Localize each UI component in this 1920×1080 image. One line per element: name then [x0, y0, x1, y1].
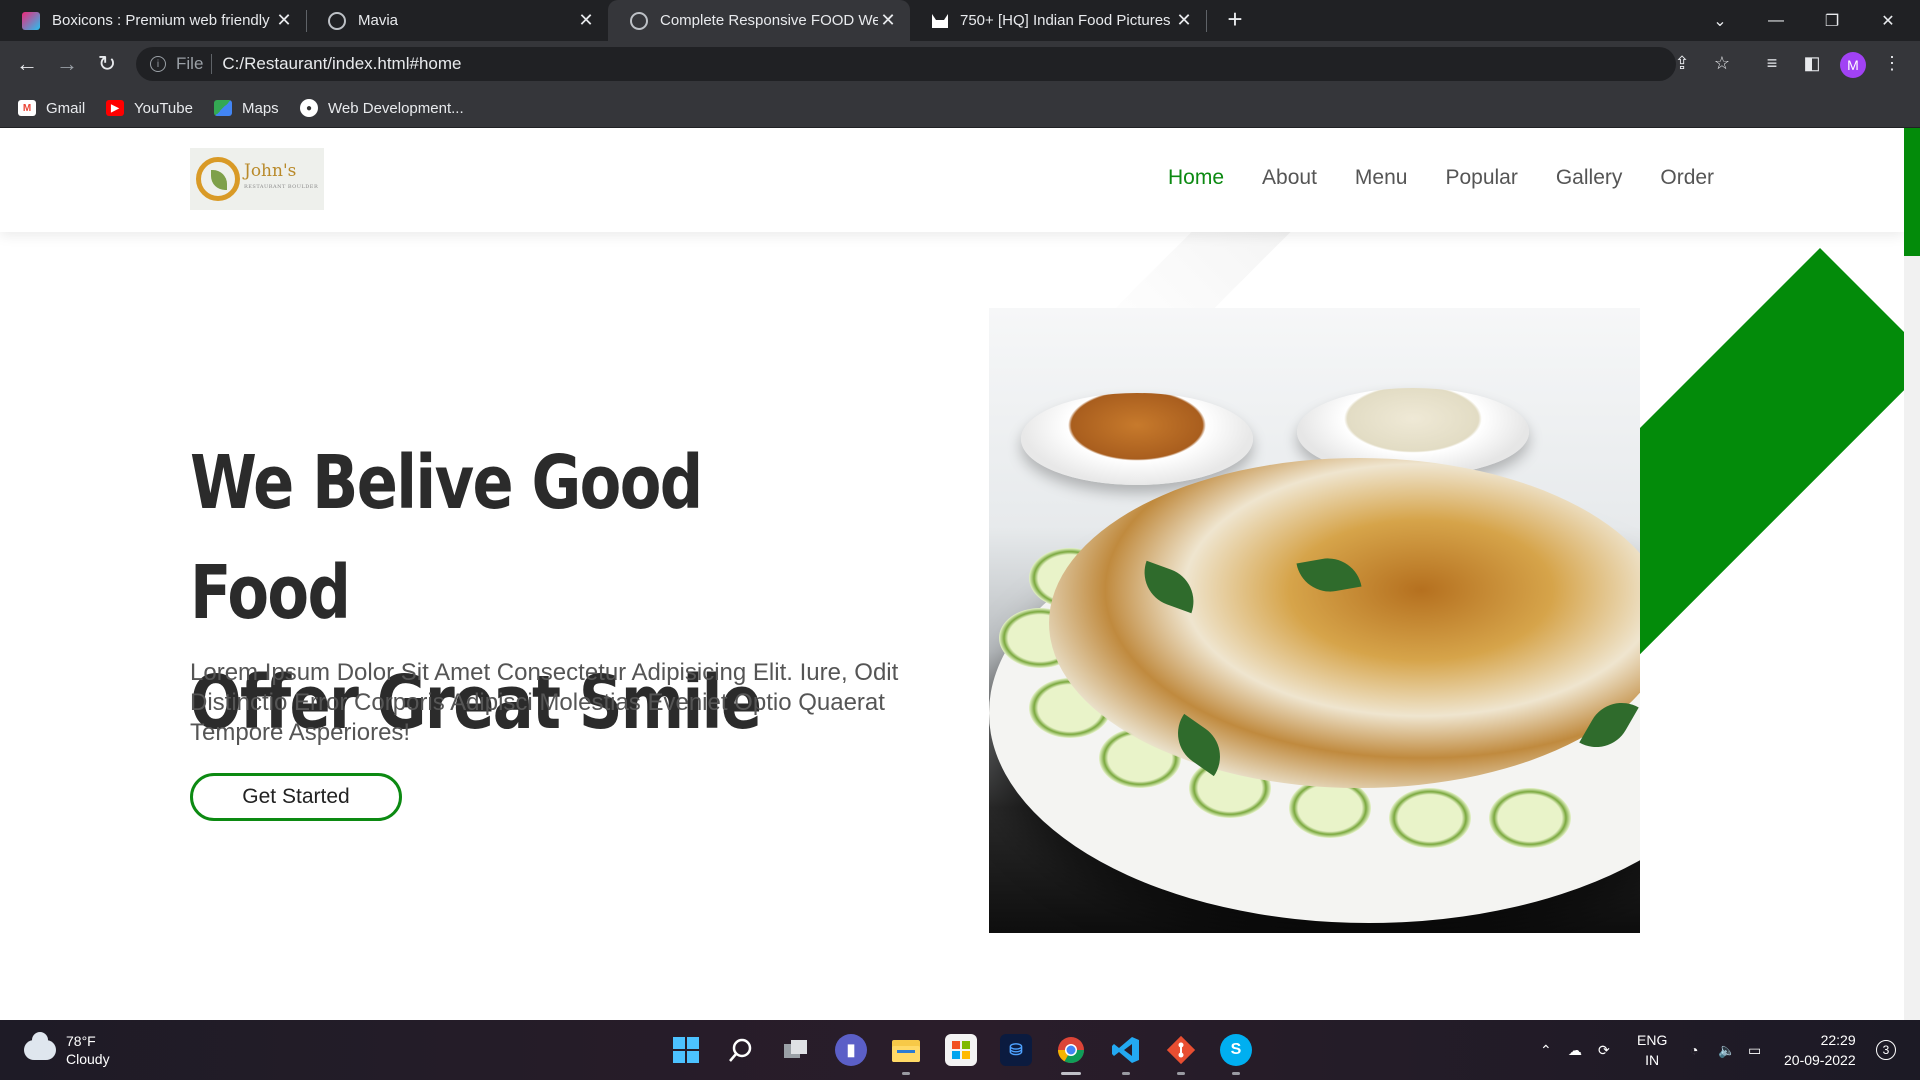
get-started-button[interactable]: Get Started	[190, 773, 402, 821]
restore-button[interactable]: ❐	[1804, 0, 1860, 41]
nav-home[interactable]: Home	[1168, 166, 1224, 190]
teams-chat-icon[interactable]: ▮	[835, 1034, 867, 1066]
media-control-icon[interactable]: ≡	[1758, 49, 1786, 77]
nav-about[interactable]: About	[1262, 166, 1317, 190]
main-nav: Home About Menu Popular Gallery Order	[1130, 166, 1714, 190]
tab-title: Boxicons : Premium web friendly	[52, 12, 270, 29]
side-panel-icon[interactable]: ◧	[1798, 49, 1826, 77]
new-tab-button[interactable]: +	[1222, 6, 1248, 34]
skype-icon[interactable]: S	[1220, 1034, 1252, 1066]
windows-taskbar: 78°F Cloudy ▮ ⛁ S ⌃ ☁ ⟳ ENG IN ◔ 🔈 ▭ 22:	[0, 1020, 1920, 1080]
hero-title-line1: We Belive Good Food	[190, 440, 703, 636]
minimize-button[interactable]: —	[1748, 0, 1804, 41]
azure-data-studio-icon[interactable]: ⛁	[1000, 1034, 1032, 1066]
logo-tagline: RESTAURANT BOULDER	[244, 184, 319, 190]
menu-kebab-icon[interactable]: ⋮	[1878, 49, 1906, 77]
system-clock[interactable]: 22:29 20-09-2022	[1784, 1030, 1856, 1070]
unsplash-icon	[932, 13, 948, 28]
search-icon[interactable]	[725, 1034, 757, 1066]
bookmark-star-icon[interactable]: ☆	[1708, 49, 1736, 77]
profile-avatar[interactable]: M	[1840, 52, 1866, 78]
git-icon[interactable]	[1165, 1034, 1197, 1066]
tab-boxicons[interactable]: Boxicons : Premium web friendly ✕	[0, 0, 307, 41]
tab-title: Mavia	[358, 12, 399, 29]
page-viewport: John's RESTAURANT BOULDER Home About Men…	[0, 128, 1920, 1020]
bookmark-folder-icon: ●	[300, 99, 318, 117]
youtube-icon: ▶	[106, 100, 124, 116]
share-icon[interactable]: ⇪	[1668, 49, 1696, 77]
browser-toolbar: ← → ↻ i File C:/Restaurant/index.html#ho…	[0, 41, 1920, 88]
tab-search-chevron-icon[interactable]: ⌄	[1692, 0, 1748, 41]
tab-food-website[interactable]: Complete Responsive FOOD Wel ✕	[608, 0, 910, 41]
site-info-icon[interactable]: i	[150, 56, 166, 72]
boxicons-icon	[22, 11, 40, 30]
biryani-rice	[1049, 458, 1640, 788]
address-scheme: File	[176, 54, 204, 73]
globe-icon	[630, 11, 648, 30]
windows-start-icon[interactable]	[670, 1034, 702, 1066]
scrollbar-thumb[interactable]	[1904, 128, 1920, 256]
nav-order[interactable]: Order	[1660, 166, 1714, 190]
sync-icon[interactable]: ⟳	[1598, 1020, 1610, 1080]
nav-gallery[interactable]: Gallery	[1556, 166, 1623, 190]
close-tab-icon[interactable]: ✕	[1174, 10, 1194, 31]
clock-time: 22:29	[1820, 1032, 1856, 1048]
nav-popular[interactable]: Popular	[1445, 166, 1517, 190]
tab-title: Complete Responsive FOOD Wel	[660, 12, 878, 29]
site-header: John's RESTAURANT BOULDER Home About Men…	[0, 128, 1904, 232]
battery-icon[interactable]: ▭	[1748, 1020, 1761, 1080]
address-bar[interactable]: i File C:/Restaurant/index.html#home	[136, 47, 1676, 81]
page-scrollbar[interactable]	[1904, 128, 1920, 1020]
curry-bowl	[1021, 393, 1253, 485]
tray-overflow-chevron-icon[interactable]: ⌃	[1540, 1020, 1552, 1080]
wifi-icon[interactable]: ◔	[1690, 1020, 1698, 1080]
hero-description: Lorem Ipsum Dolor Sit Amet Consectetur A…	[190, 659, 899, 746]
vscode-icon[interactable]	[1110, 1034, 1142, 1066]
gmail-icon: M	[18, 100, 36, 116]
close-window-button[interactable]: ✕	[1860, 0, 1916, 41]
logo-leaf-icon	[196, 157, 240, 201]
address-url[interactable]: C:/Restaurant/index.html#home	[222, 54, 461, 74]
weather-temp: 78°F	[66, 1033, 96, 1049]
bookmark-gmail[interactable]: M Gmail	[18, 98, 85, 118]
bookmarks-bar: M Gmail ▶ YouTube Maps ● Web Development…	[0, 88, 1920, 128]
language-indicator[interactable]: ENG IN	[1637, 1030, 1667, 1070]
reload-button[interactable]: ↻	[92, 49, 122, 79]
back-button[interactable]: ←	[12, 49, 42, 79]
volume-icon[interactable]: 🔈	[1718, 1020, 1735, 1080]
forward-button[interactable]: →	[52, 49, 82, 79]
bookmark-maps[interactable]: Maps	[214, 98, 279, 118]
nav-menu[interactable]: Menu	[1355, 166, 1408, 190]
weather-condition: Cloudy	[66, 1051, 110, 1067]
clock-date: 20-09-2022	[1784, 1052, 1856, 1068]
hero-food-image	[989, 308, 1640, 933]
microsoft-store-icon[interactable]	[945, 1034, 977, 1066]
chrome-icon[interactable]	[1055, 1034, 1087, 1066]
site-logo[interactable]: John's RESTAURANT BOULDER	[190, 148, 324, 210]
logo-name: John's	[244, 161, 297, 181]
close-tab-icon[interactable]: ✕	[878, 10, 898, 31]
cloud-icon	[24, 1032, 56, 1060]
tab-mavia[interactable]: Mavia ✕	[306, 0, 608, 41]
maps-icon	[214, 100, 232, 116]
browser-tab-strip: Boxicons : Premium web friendly ✕ Mavia …	[0, 0, 1920, 41]
weather-widget[interactable]: 78°F Cloudy	[24, 1032, 110, 1068]
bookmark-web-development[interactable]: ● Web Development...	[300, 98, 464, 118]
task-view-icon[interactable]	[780, 1034, 812, 1066]
file-explorer-icon[interactable]	[890, 1034, 922, 1066]
globe-icon	[328, 11, 346, 30]
bookmark-youtube[interactable]: ▶ YouTube	[106, 98, 193, 118]
tab-title: 750+ [HQ] Indian Food Pictures |	[960, 12, 1174, 29]
notification-badge[interactable]: 3	[1876, 1040, 1896, 1060]
tab-indian-food-pictures[interactable]: 750+ [HQ] Indian Food Pictures | ✕	[910, 0, 1207, 41]
close-tab-icon[interactable]: ✕	[576, 10, 596, 31]
onedrive-cloud-icon[interactable]: ☁	[1568, 1020, 1582, 1080]
close-tab-icon[interactable]: ✕	[274, 10, 294, 31]
